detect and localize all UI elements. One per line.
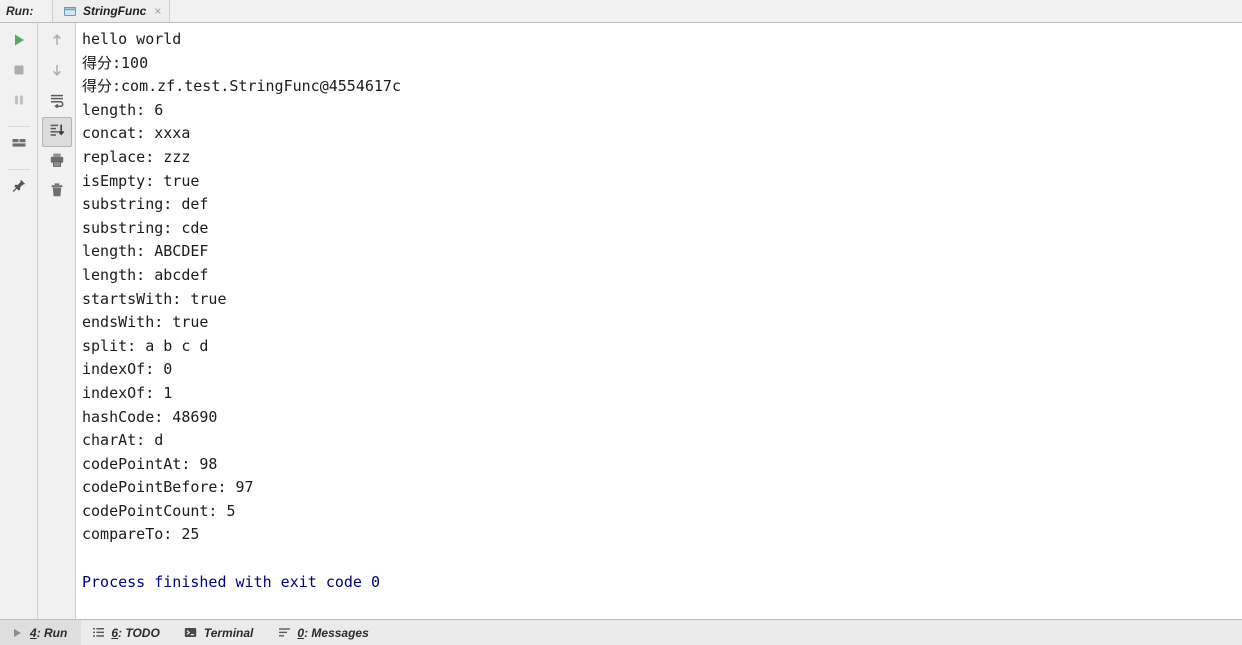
run-actions-toolbar-right — [38, 23, 76, 619]
messages-icon — [277, 626, 291, 640]
console-line: hello world — [82, 30, 182, 48]
layout-grid-icon — [11, 135, 27, 156]
terminal-icon — [184, 626, 198, 640]
play-icon — [11, 32, 27, 53]
statusbar-empty-space — [382, 620, 1242, 645]
up-button[interactable] — [42, 27, 72, 57]
rerun-button[interactable] — [4, 27, 34, 57]
status-messages[interactable]: 0: Messages — [267, 620, 382, 645]
console-line: codePointCount: 5 — [82, 501, 236, 520]
toolbar-separator — [7, 120, 30, 127]
status-terminal-label: Terminal — [204, 626, 254, 640]
console-line: charAt: d — [82, 431, 164, 450]
console-line: codePointBefore: 97 — [82, 478, 254, 497]
scroll-to-end-icon — [49, 122, 65, 143]
play-icon — [10, 626, 24, 640]
arrow-up-icon — [49, 32, 65, 53]
status-terminal-text: Terminal — [203, 625, 254, 640]
status-messages-label: 0: Messages — [297, 626, 368, 640]
tool-window-status-bar: 4: Run 6: TODO Terminal 0: Messages — [0, 619, 1242, 645]
todo-list-icon — [91, 626, 105, 640]
console-line: codePointAt: 98 — [82, 454, 218, 473]
console-line: Process finished with exit code 0 — [82, 572, 381, 591]
console-line: length: ABCDEF — [82, 242, 209, 261]
soft-wrap-icon — [49, 92, 65, 113]
pause-button[interactable] — [4, 87, 34, 117]
clear-all-button[interactable] — [42, 177, 72, 207]
print-icon — [49, 152, 65, 173]
pause-icon — [11, 92, 27, 113]
tab-stringfunc[interactable]: StringFunc × — [53, 0, 171, 22]
console-line: split: a b c d — [82, 336, 209, 355]
status-run-text: : Run — [36, 625, 68, 640]
console-line: isEmpty: true — [82, 171, 200, 190]
close-icon[interactable]: × — [152, 5, 161, 17]
down-button[interactable] — [42, 57, 72, 87]
status-todo-label: 6: TODO — [111, 626, 159, 640]
run-tab-bar: Run: StringFunc × — [0, 0, 1242, 23]
console-output[interactable]: hello world 得分:100 得分:com.zf.test.StringFu… — [76, 23, 1242, 619]
console-line: indexOf: 1 — [82, 383, 173, 402]
status-todo[interactable]: 6: TODO — [81, 620, 173, 645]
console-line: 得分:com.zf.test.StringFunc@4554617c — [82, 77, 401, 96]
console-line: startsWith: true — [82, 289, 227, 308]
stop-square-icon — [11, 62, 27, 83]
console-line: 得分:100 — [82, 53, 149, 72]
layout-button[interactable] — [4, 130, 34, 160]
status-terminal[interactable]: Terminal — [174, 620, 268, 645]
console-line: substring: cde — [82, 218, 209, 237]
run-tool-window: Run: StringFunc × hello world 得分:100 得分:… — [0, 0, 1242, 645]
status-run-number: 4 — [30, 625, 37, 640]
console-line: concat: xxxa — [82, 124, 191, 143]
soft-wrap-button[interactable] — [42, 87, 72, 117]
tab-title: StringFunc — [83, 4, 147, 18]
print-button[interactable] — [42, 147, 72, 177]
console-line: replace: zzz — [82, 147, 191, 166]
status-run-label: 4: Run — [30, 626, 67, 640]
run-tool-window-label: Run: — [0, 0, 52, 22]
console-line: compareTo: 25 — [82, 525, 200, 544]
pin-tab-button[interactable] — [4, 173, 34, 203]
run-body: hello world 得分:100 得分:com.zf.test.StringFu… — [0, 23, 1242, 619]
status-run[interactable]: 4: Run — [0, 620, 82, 645]
console-line: hashCode: 48690 — [82, 407, 218, 426]
scroll-to-end-button[interactable] — [41, 117, 72, 147]
console-line: endsWith: true — [82, 313, 209, 332]
tabbar-empty-space — [170, 0, 1242, 22]
toolbar-separator — [7, 163, 30, 170]
console-line: length: abcdef — [82, 265, 209, 284]
console-line: length: 6 — [82, 100, 164, 119]
status-messages-text: : Messages — [304, 625, 369, 640]
console-line: substring: def — [82, 195, 209, 214]
run-actions-toolbar-left — [0, 23, 38, 619]
trash-icon — [49, 182, 65, 203]
status-todo-text: : TODO — [118, 625, 160, 640]
console-line: indexOf: 0 — [82, 360, 173, 379]
arrow-down-icon — [49, 62, 65, 83]
run-configuration-icon — [63, 4, 77, 18]
console-lines: hello world 得分:100 得分:com.zf.test.StringFu… — [82, 28, 1242, 594]
stop-button[interactable] — [4, 57, 34, 87]
pin-icon — [11, 178, 27, 199]
